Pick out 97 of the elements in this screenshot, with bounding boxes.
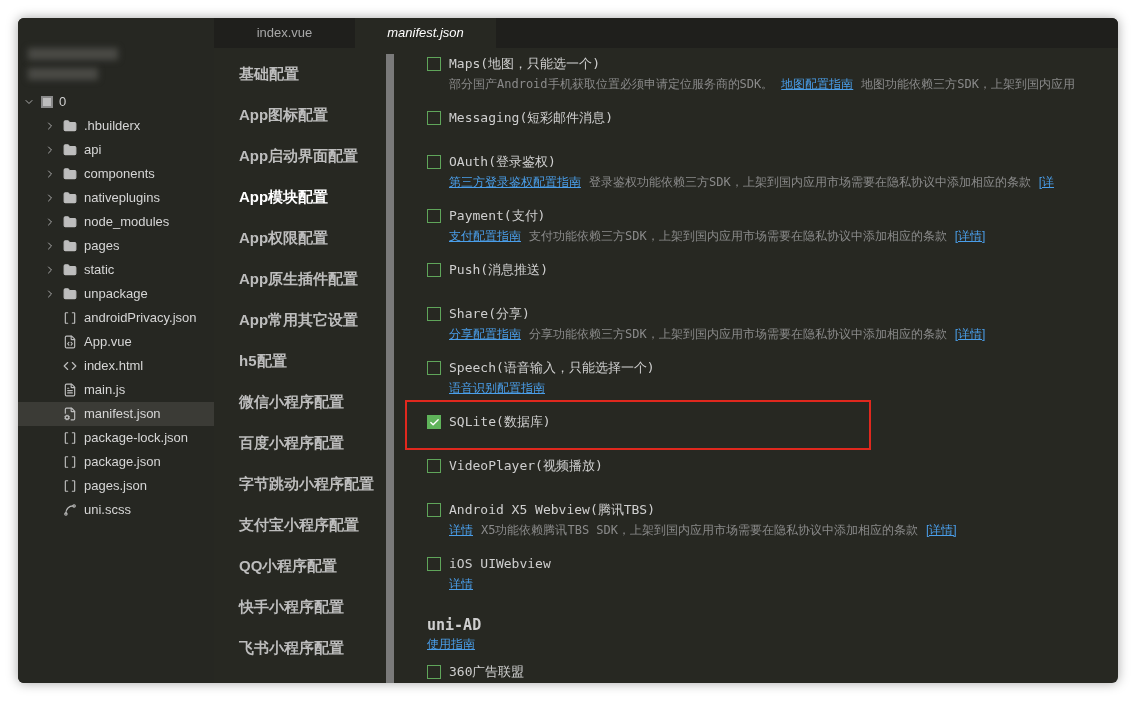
guide-link[interactable]: [详情] bbox=[926, 521, 957, 539]
tree-item[interactable]: main.js bbox=[18, 378, 214, 402]
tree-item[interactable]: androidPrivacy.json bbox=[18, 306, 214, 330]
brackets-icon bbox=[63, 479, 77, 493]
file-gear-icon bbox=[63, 407, 77, 421]
nav-item[interactable]: App启动界面配置 bbox=[239, 136, 386, 177]
brackets-icon bbox=[63, 311, 77, 325]
tree-item[interactable]: package.json bbox=[18, 450, 214, 474]
module-label: Push(消息推送) bbox=[449, 261, 548, 280]
nav-item[interactable]: h5配置 bbox=[239, 341, 386, 382]
nav-item[interactable]: App图标配置 bbox=[239, 95, 386, 136]
module-label: Payment(支付) bbox=[449, 207, 546, 226]
file-icon bbox=[63, 335, 77, 349]
folder-icon bbox=[63, 215, 77, 229]
guide-link[interactable]: 地图配置指南 bbox=[781, 75, 854, 93]
checkbox[interactable] bbox=[427, 503, 441, 517]
module-description: 支付功能依赖三方SDK，上架到国内应用市场需要在隐私协议中添加相应的条款 bbox=[529, 228, 947, 245]
checkbox[interactable] bbox=[427, 111, 441, 125]
module-description: 登录鉴权功能依赖三方SDK，上架到国内应用市场需要在隐私协议中添加相应的条款 bbox=[589, 174, 1031, 191]
nav-item[interactable]: 字节跳动小程序配置 bbox=[239, 464, 386, 505]
folder-icon bbox=[63, 167, 77, 181]
section-title: uni-AD bbox=[427, 615, 483, 634]
tree-item[interactable]: App.vue bbox=[18, 330, 214, 354]
project-icon bbox=[41, 96, 53, 108]
brackets-icon bbox=[63, 455, 77, 469]
guide-link[interactable]: 使用指南 bbox=[427, 634, 475, 654]
checkbox[interactable] bbox=[427, 263, 441, 277]
nav-item[interactable]: App原生插件配置 bbox=[239, 259, 386, 300]
tree-item[interactable]: unpackage bbox=[18, 282, 214, 306]
guide-link[interactable]: [详情] bbox=[954, 325, 986, 343]
nav-item[interactable]: QQ小程序配置 bbox=[239, 546, 386, 587]
module-description: 分享功能依赖三方SDK，上架到国内应用市场需要在隐私协议中添加相应的条款 bbox=[529, 326, 947, 343]
folder-icon bbox=[63, 119, 77, 133]
checkbox[interactable] bbox=[427, 155, 441, 169]
checkbox[interactable] bbox=[427, 557, 441, 571]
folder-icon bbox=[63, 191, 77, 205]
module-label: OAuth(登录鉴权) bbox=[449, 153, 556, 172]
module-label: SQLite(数据库) bbox=[449, 413, 551, 432]
folder-icon bbox=[63, 143, 77, 157]
guide-link[interactable]: 详情 bbox=[449, 521, 473, 539]
module-label: Android X5 Webview(腾讯TBS) bbox=[449, 501, 655, 520]
checkbox[interactable] bbox=[427, 361, 441, 375]
module-description: 地图功能依赖三方SDK，上架到国内应用 bbox=[861, 76, 1075, 93]
folder-icon bbox=[63, 287, 77, 301]
module-label: iOS UIWebview bbox=[449, 555, 551, 574]
tree-item[interactable]: pages.json bbox=[18, 474, 214, 498]
module-label: Messaging(短彩邮件消息) bbox=[449, 109, 614, 128]
brackets-icon bbox=[63, 431, 77, 445]
tree-item[interactable]: api bbox=[18, 138, 214, 162]
nav-item[interactable]: App权限配置 bbox=[239, 218, 386, 259]
nav-item[interactable]: 百度小程序配置 bbox=[239, 423, 386, 464]
guide-link[interactable]: 第三方登录鉴权配置指南 bbox=[449, 173, 581, 191]
nav-item[interactable]: App常用其它设置 bbox=[239, 300, 386, 341]
guide-link[interactable]: [详 bbox=[1038, 173, 1055, 191]
checkbox[interactable] bbox=[427, 209, 441, 223]
editor-tab[interactable]: manifest.json bbox=[355, 18, 496, 48]
tree-item[interactable]: .hbuilderx bbox=[18, 114, 214, 138]
file-icon bbox=[63, 383, 77, 397]
curve-icon bbox=[63, 503, 77, 517]
guide-link[interactable]: 语音识别配置指南 bbox=[449, 379, 545, 397]
module-label: Share(分享) bbox=[449, 305, 530, 324]
module-label: 360广告联盟 bbox=[449, 663, 525, 682]
checkbox[interactable] bbox=[427, 459, 441, 473]
code-icon bbox=[63, 359, 77, 373]
tree-item[interactable]: manifest.json bbox=[18, 402, 214, 426]
guide-link[interactable]: 详情 bbox=[449, 575, 473, 593]
checkbox[interactable] bbox=[427, 57, 441, 71]
nav-item[interactable]: 支付宝小程序配置 bbox=[239, 505, 386, 546]
folder-icon bbox=[63, 263, 77, 277]
tree-item[interactable]: nativeplugins bbox=[18, 186, 214, 210]
guide-link[interactable]: 分享配置指南 bbox=[449, 325, 521, 343]
guide-link[interactable]: 支付配置指南 bbox=[449, 227, 521, 245]
checkbox[interactable] bbox=[427, 307, 441, 321]
module-description: X5功能依赖腾讯TBS SDK，上架到国内应用市场需要在隐私协议中添加相应的条款 bbox=[481, 522, 919, 539]
tree-item[interactable]: components bbox=[18, 162, 214, 186]
nav-item[interactable]: 快手小程序配置 bbox=[239, 587, 386, 628]
nav-item[interactable]: 基础配置 bbox=[239, 54, 386, 95]
tree-item[interactable]: package-lock.json bbox=[18, 426, 214, 450]
nav-item[interactable]: 微信小程序配置 bbox=[239, 382, 386, 423]
module-description: 部分国产Android手机获取位置必须申请定位服务商的SDK。 bbox=[449, 76, 774, 93]
tree-item[interactable]: index.html bbox=[18, 354, 214, 378]
nav-item[interactable]: App模块配置 bbox=[239, 177, 386, 218]
scrollbar[interactable] bbox=[386, 54, 394, 683]
tree-item[interactable]: node_modules bbox=[18, 210, 214, 234]
nav-item[interactable]: 飞书小程序配置 bbox=[239, 628, 386, 669]
tree-item[interactable]: static bbox=[18, 258, 214, 282]
tree-item[interactable]: uni.scss bbox=[18, 498, 214, 522]
module-label: VideoPlayer(视频播放) bbox=[449, 457, 603, 476]
tree-item[interactable]: 0 bbox=[18, 90, 214, 114]
blurred-block bbox=[28, 68, 98, 80]
checkbox[interactable] bbox=[427, 415, 441, 429]
folder-icon bbox=[63, 239, 77, 253]
module-label: Maps(地图，只能选一个) bbox=[449, 55, 600, 74]
checkbox[interactable] bbox=[427, 665, 441, 679]
guide-link[interactable]: [详情] bbox=[954, 227, 986, 245]
tree-item[interactable]: pages bbox=[18, 234, 214, 258]
module-label: Speech(语音输入，只能选择一个) bbox=[449, 359, 655, 378]
